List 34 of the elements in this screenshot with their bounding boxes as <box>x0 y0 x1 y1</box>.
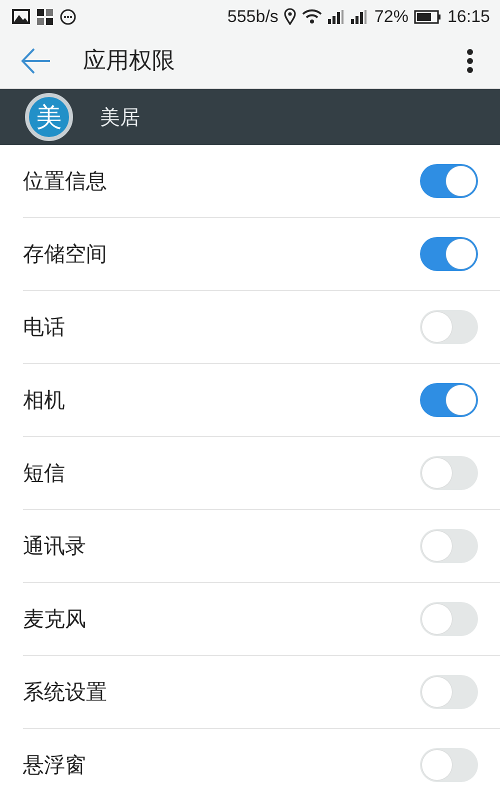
permission-label: 位置信息 <box>23 168 107 195</box>
more-options-icon[interactable] <box>466 48 474 74</box>
permission-label: 通讯录 <box>23 533 86 560</box>
toggle-switch[interactable] <box>420 602 478 636</box>
signal-icon <box>328 10 346 24</box>
clock: 16:15 <box>447 6 490 26</box>
toggle-switch[interactable] <box>420 383 478 417</box>
back-arrow-icon[interactable] <box>21 48 51 74</box>
wifi-icon <box>302 9 322 24</box>
signal-icon <box>351 10 368 24</box>
toggle-switch[interactable] <box>420 456 478 490</box>
page-title: 应用权限 <box>83 47 176 76</box>
location-icon <box>284 8 296 25</box>
battery-icon <box>414 10 442 24</box>
toggle-switch[interactable] <box>420 237 478 271</box>
network-speed: 555b/s <box>227 6 278 26</box>
permission-label: 悬浮窗 <box>23 752 86 779</box>
toggle-switch[interactable] <box>420 529 478 563</box>
permission-label: 短信 <box>23 460 65 487</box>
permission-label: 麦克风 <box>23 606 86 633</box>
permission-label: 系统设置 <box>23 679 107 706</box>
toggle-switch[interactable] <box>420 748 478 782</box>
toggle-switch[interactable] <box>420 675 478 709</box>
picture-icon <box>12 9 30 24</box>
toggle-switch[interactable] <box>420 164 478 198</box>
permission-label: 相机 <box>23 387 65 414</box>
permission-label: 存储空间 <box>23 241 107 268</box>
battery-percent: 72% <box>374 6 408 26</box>
permission-label: 电话 <box>23 314 65 341</box>
chat-icon <box>60 8 76 24</box>
toggle-switch[interactable] <box>420 310 478 344</box>
app-logo: 美 <box>25 93 73 141</box>
grid-icon <box>37 8 53 24</box>
app-name: 美居 <box>100 104 140 130</box>
